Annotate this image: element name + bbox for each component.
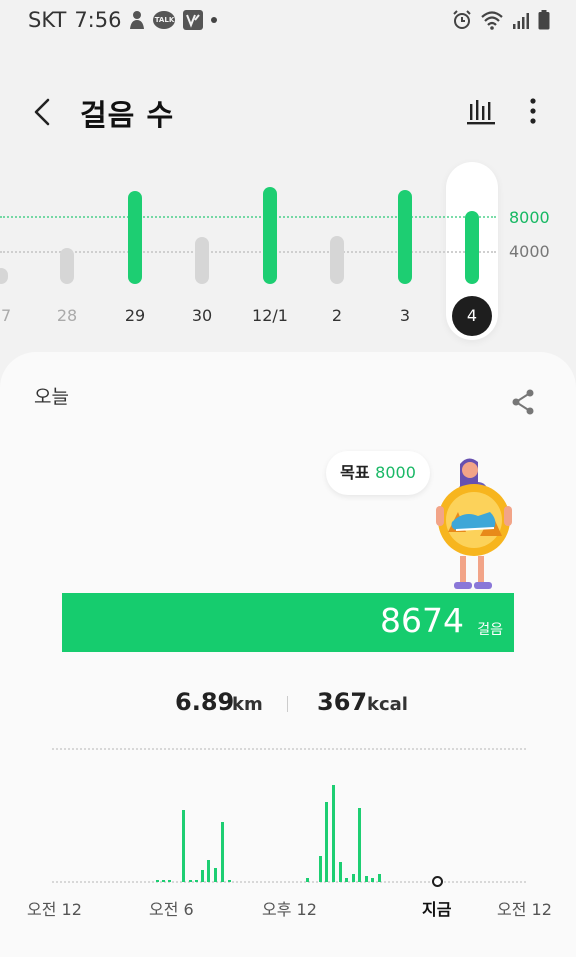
mid-gridline bbox=[0, 251, 496, 253]
distance-value: 6.89 bbox=[175, 688, 235, 716]
axis-label-mid: 4000 bbox=[509, 242, 550, 261]
app-bar: 걸음 수 bbox=[0, 80, 576, 144]
goal-value: 8000 bbox=[375, 463, 416, 482]
day-label-27[interactable]: 27 bbox=[0, 306, 31, 325]
hour-bar bbox=[325, 802, 328, 882]
hour-bar bbox=[365, 876, 368, 882]
hourly-steps-chart: 오전 12 오전 6 오후 12 지금 오전 12 bbox=[0, 742, 576, 952]
hour-bar bbox=[189, 880, 192, 882]
hour-bar bbox=[332, 785, 335, 882]
hour-bar bbox=[156, 880, 159, 882]
chart-view-button[interactable] bbox=[466, 96, 496, 126]
day-label-4-selected[interactable]: 4 bbox=[452, 296, 492, 336]
distance-unit: km bbox=[232, 694, 263, 715]
steps-count: 8674 bbox=[380, 601, 464, 640]
app-icon bbox=[183, 10, 204, 30]
status-left: SKT 7:56 TALK bbox=[28, 8, 218, 32]
now-marker bbox=[432, 876, 443, 887]
time-label-now: 지금 bbox=[422, 900, 452, 919]
hour-bar bbox=[319, 856, 322, 882]
axis-label-goal: 8000 bbox=[509, 208, 550, 227]
steps-progress-bar: 8674 걸음 bbox=[62, 593, 514, 652]
day-label-30[interactable]: 30 bbox=[172, 306, 232, 325]
hour-bar bbox=[201, 870, 204, 882]
status-right bbox=[452, 10, 550, 30]
day-bar-29[interactable] bbox=[128, 191, 142, 284]
hour-bar bbox=[207, 860, 210, 882]
back-button[interactable] bbox=[28, 94, 60, 130]
today-card: 오늘 목표 8000 8674 걸음 6.89 km 367 kcal 오전 1… bbox=[0, 352, 576, 957]
goal-bubble: 목표 8000 bbox=[326, 451, 430, 495]
hour-bar bbox=[378, 874, 381, 882]
calories-value: 367 bbox=[317, 688, 368, 716]
time-label-noon: 오후 12 bbox=[262, 900, 317, 919]
time-label-midnight-start: 오전 12 bbox=[27, 900, 82, 919]
steps-unit: 걸음 bbox=[477, 622, 503, 638]
top-gridline bbox=[52, 748, 526, 750]
day-bar-30[interactable] bbox=[195, 237, 209, 284]
weekly-steps-chart: 8000 4000 27 28 29 30 12/1 2 3 4 bbox=[0, 150, 576, 350]
day-bar-27[interactable] bbox=[0, 268, 8, 284]
notification-dot-icon bbox=[211, 17, 218, 23]
stats-row: 6.89 km 367 kcal bbox=[0, 688, 576, 724]
hour-bar bbox=[162, 880, 165, 882]
base-gridline bbox=[52, 881, 526, 883]
carrier-label: SKT bbox=[28, 8, 67, 32]
day-bar-4[interactable] bbox=[465, 211, 479, 284]
day-label-3[interactable]: 3 bbox=[375, 306, 435, 325]
hour-bar bbox=[306, 878, 309, 882]
hour-bar bbox=[352, 874, 355, 882]
day-bar-12-1[interactable] bbox=[263, 187, 277, 284]
person-icon bbox=[130, 11, 145, 29]
talk-icon: TALK bbox=[153, 11, 176, 29]
wifi-icon bbox=[481, 11, 503, 30]
today-label: 오늘 bbox=[34, 386, 69, 408]
day-label-2[interactable]: 2 bbox=[307, 306, 367, 325]
hour-bar bbox=[228, 880, 231, 882]
day-label-29[interactable]: 29 bbox=[105, 306, 165, 325]
clock: 7:56 bbox=[74, 8, 122, 32]
alarm-icon bbox=[453, 10, 471, 29]
day-bar-28[interactable] bbox=[60, 248, 74, 284]
calories-unit: kcal bbox=[367, 694, 408, 715]
share-button[interactable] bbox=[510, 388, 536, 416]
hour-bar bbox=[214, 868, 217, 882]
hour-bar bbox=[221, 822, 224, 882]
status-bar: SKT 7:56 TALK bbox=[0, 0, 576, 42]
hour-bar bbox=[195, 880, 198, 882]
time-label-midnight-end: 오전 12 bbox=[497, 900, 552, 919]
day-bar-3[interactable] bbox=[398, 190, 412, 284]
hour-bar bbox=[339, 862, 342, 882]
stats-divider bbox=[287, 696, 288, 712]
day-bar-2[interactable] bbox=[330, 236, 344, 284]
hour-bar bbox=[358, 808, 361, 882]
goal-line bbox=[0, 216, 496, 218]
day-label-28[interactable]: 28 bbox=[37, 306, 97, 325]
hour-bar bbox=[345, 878, 348, 882]
hour-bar bbox=[168, 880, 171, 882]
hour-bar bbox=[371, 878, 374, 882]
page-title: 걸음 수 bbox=[80, 98, 175, 132]
time-label-6am: 오전 6 bbox=[149, 900, 194, 919]
goal-prefix: 목표 bbox=[340, 463, 370, 482]
battery-icon bbox=[538, 10, 550, 30]
goal-achieved-illustration bbox=[436, 458, 512, 589]
hour-bar bbox=[182, 810, 185, 882]
day-label-12-1[interactable]: 12/1 bbox=[240, 306, 300, 325]
signal-icon bbox=[513, 13, 529, 29]
more-options-button[interactable] bbox=[526, 96, 540, 126]
